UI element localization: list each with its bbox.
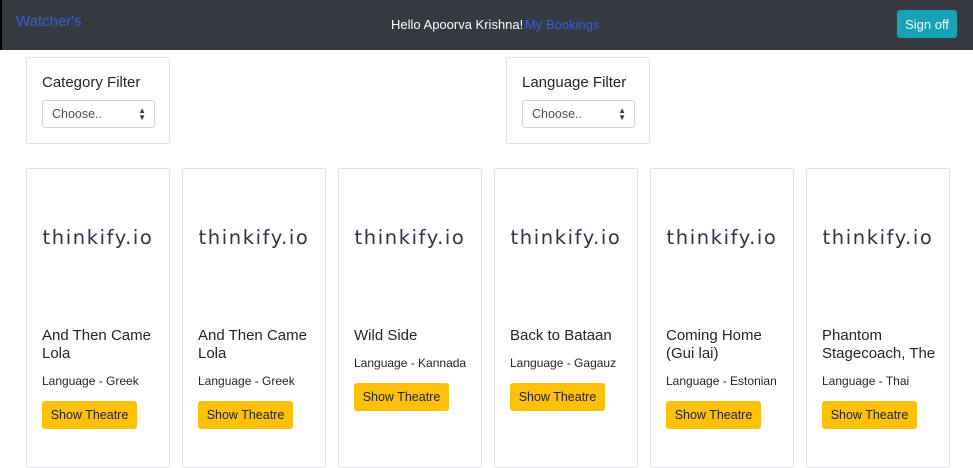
movie-language: Language - Estonian: [666, 374, 777, 388]
sign-off-button[interactable]: Sign off: [897, 10, 957, 38]
movie-poster-logo: thinkify.io: [354, 226, 466, 249]
show-theatre-button[interactable]: Show Theatre: [42, 401, 137, 429]
movie-title: And Then Came Lola: [42, 327, 151, 362]
movie-card: thinkify.io Coming Home (Gui lai) Langua…: [650, 168, 794, 468]
language-select-value: Choose..: [532, 107, 583, 121]
show-theatre-button[interactable]: Show Theatre: [198, 401, 293, 429]
movie-title: Back to Bataan: [510, 327, 612, 344]
movie-title: Phantom Stagecoach, The: [822, 327, 936, 362]
user-greeting: Hello Apoorva Krishna!: [391, 17, 524, 32]
movie-title: Wild Side: [354, 327, 418, 344]
movie-language: Language - Greek: [42, 374, 139, 388]
top-navbar: Watcher's Hello Apoorva Krishna! My Book…: [0, 0, 973, 50]
category-select-value: Choose..: [52, 107, 103, 121]
show-theatre-button[interactable]: Show Theatre: [510, 383, 605, 411]
movie-card: thinkify.io And Then Came Lola Language …: [182, 168, 326, 468]
movie-poster-logo: thinkify.io: [822, 226, 934, 249]
movie-language: Language - Gagauz: [510, 356, 617, 370]
movie-poster-logo: thinkify.io: [666, 226, 778, 249]
movie-card: thinkify.io And Then Came Lola Language …: [26, 168, 170, 468]
movie-poster-logo: thinkify.io: [198, 226, 310, 249]
select-arrows-icon: ▲ ▼: [138, 106, 146, 122]
category-filter-title: Category Filter: [42, 74, 141, 91]
movie-poster-logo: thinkify.io: [510, 226, 622, 249]
movie-language: Language - Greek: [198, 374, 295, 388]
show-theatre-button[interactable]: Show Theatre: [666, 401, 761, 429]
movie-card: thinkify.io Phantom Stagecoach, The Lang…: [806, 168, 950, 468]
language-filter-title: Language Filter: [522, 74, 627, 91]
my-bookings-link[interactable]: My Bookings: [525, 17, 599, 32]
language-select[interactable]: Choose.. ▲ ▼: [522, 100, 635, 128]
movie-card: thinkify.io Back to Bataan Language - Ga…: [494, 168, 638, 468]
brand-link[interactable]: Watcher's: [16, 13, 82, 30]
movie-card: thinkify.io Wild Side Language - Kannada…: [338, 168, 482, 468]
movie-title: And Then Came Lola: [198, 327, 307, 362]
category-filter-panel: Category Filter Choose.. ▲ ▼: [26, 57, 170, 144]
select-arrows-icon: ▲ ▼: [618, 106, 626, 122]
movie-language: Language - Thai: [822, 374, 910, 388]
category-select[interactable]: Choose.. ▲ ▼: [42, 100, 155, 128]
movie-title: Coming Home (Gui lai): [666, 327, 762, 362]
show-theatre-button[interactable]: Show Theatre: [354, 383, 449, 411]
movie-language: Language - Kannada: [354, 356, 467, 370]
movie-poster-logo: thinkify.io: [42, 226, 154, 249]
show-theatre-button[interactable]: Show Theatre: [822, 401, 917, 429]
language-filter-panel: Language Filter Choose.. ▲ ▼: [506, 57, 650, 144]
